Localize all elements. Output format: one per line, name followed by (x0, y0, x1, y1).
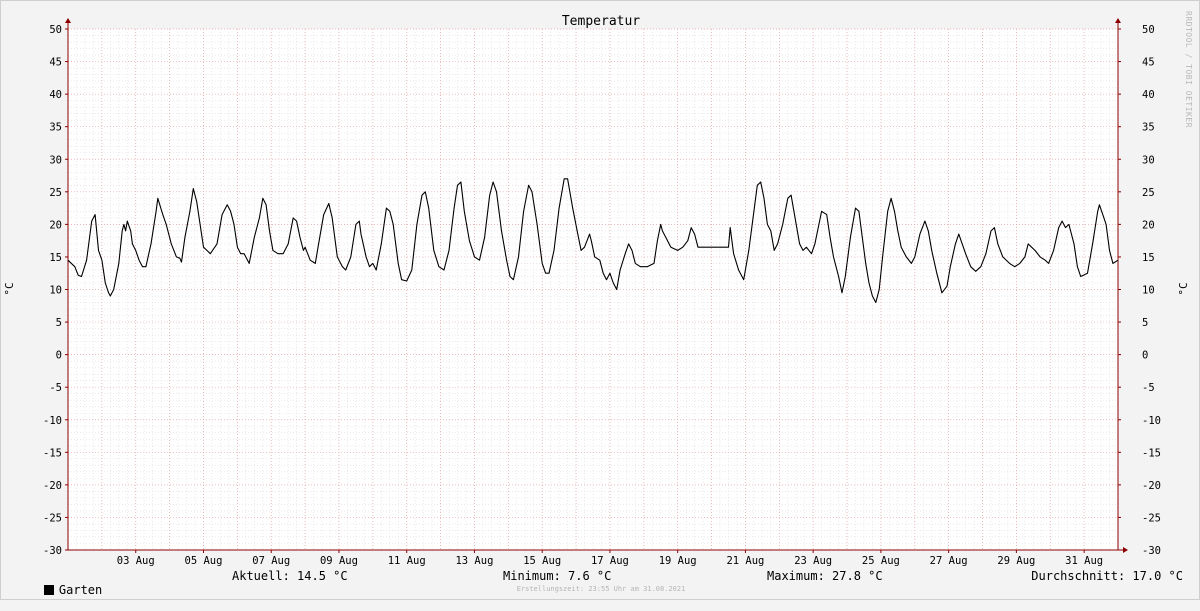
x-tick-label: 31 Aug (1065, 555, 1103, 567)
y-tick-label-left: 35 (49, 122, 62, 134)
y-tick-label-right: -25 (1142, 512, 1161, 524)
y-tick-label-left: -15 (43, 447, 62, 459)
y-tick-label-right: -30 (1142, 545, 1161, 557)
chart-title: Temperatur (562, 14, 640, 29)
x-tick-label: 07 Aug (252, 555, 290, 567)
x-axis-arrow (1123, 547, 1128, 553)
x-tick-label: 03 Aug (117, 555, 155, 567)
y-tick-label-left: 15 (49, 252, 62, 264)
x-tick-label: 09 Aug (320, 555, 358, 567)
x-tick-label: 17 Aug (591, 555, 629, 567)
x-tick-label: 25 Aug (862, 555, 900, 567)
x-tick-label: 27 Aug (930, 555, 968, 567)
y-axis-label-left: °C (3, 282, 16, 295)
y-tick-label-left: 40 (49, 89, 62, 101)
y-tick-label-right: 30 (1142, 154, 1155, 166)
y-tick-label-right: 50 (1142, 24, 1155, 36)
y-axis-arrow-left (65, 18, 71, 23)
x-tick-label: 21 Aug (726, 555, 764, 567)
y-tick-label-left: 25 (49, 187, 62, 199)
y-tick-label-right: 25 (1142, 187, 1155, 199)
y-tick-label-right: 20 (1142, 219, 1155, 231)
chart-frame: Temperatur 50 50 45 45 40 40 35 35 30 30 25 25 20 20 1… (0, 0, 1200, 600)
y-tick-label-left: 45 (49, 57, 62, 69)
y-tick-label-right: 45 (1142, 57, 1155, 69)
y-tick-label-left: 5 (56, 317, 62, 329)
creation-time-footer: Erstellungszeit: 23:55 Uhr am 31.08.2021 (516, 585, 686, 593)
y-tick-label-right: 15 (1142, 252, 1155, 264)
y-tick-label-left: 50 (49, 24, 62, 36)
x-tick-label: 19 Aug (659, 555, 697, 567)
y-tick-label-left: 0 (56, 350, 62, 362)
x-tick-label: 05 Aug (185, 555, 223, 567)
y-tick-label-right: -20 (1142, 480, 1161, 492)
y-tick-label-right: -10 (1142, 415, 1161, 427)
x-tick-label: 11 Aug (388, 555, 426, 567)
y-tick-label-left: 10 (49, 285, 62, 297)
stat-maximum: Maximum: 27.8 °C (767, 569, 883, 583)
y-tick-label-right: -5 (1142, 382, 1155, 394)
rrdtool-watermark: RRDTOOL / TOBI OETIKER (1184, 11, 1193, 128)
y-tick-label-right: 10 (1142, 285, 1155, 297)
y-axis-arrow-right (1115, 18, 1121, 23)
temperature-chart: Temperatur 50 5045 4540 4035 3530 3025 2520 201… (3, 14, 1190, 567)
x-tick-label: 15 Aug (523, 555, 561, 567)
y-tick-label-left: -5 (49, 382, 62, 394)
y-tick-label-right: 0 (1142, 350, 1148, 362)
x-tick-label: 13 Aug (455, 555, 493, 567)
stat-current: Aktuell: 14.5 °C (232, 569, 348, 583)
y-tick-label-left: 30 (49, 154, 62, 166)
y-tick-label-right: 5 (1142, 317, 1148, 329)
y-tick-label-right: -15 (1142, 447, 1161, 459)
x-tick-label: 29 Aug (997, 555, 1035, 567)
y-tick-label-left: 20 (49, 219, 62, 231)
y-tick-label-left: -25 (43, 512, 62, 524)
y-tick-label-left: -10 (43, 415, 62, 427)
stat-average: Durchschnitt: 17.0 °C (1031, 569, 1183, 583)
grid (67, 28, 1119, 551)
x-tick-label: 23 Aug (794, 555, 832, 567)
y-tick-label-left: -30 (43, 545, 62, 557)
y-axis-label-right: °C (1177, 282, 1190, 295)
stat-minimum: Minimum: 7.6 °C (503, 569, 612, 583)
y-tick-label-right: 35 (1142, 122, 1155, 134)
y-tick-label-left: -20 (43, 480, 62, 492)
y-tick-label-right: 40 (1142, 89, 1155, 101)
